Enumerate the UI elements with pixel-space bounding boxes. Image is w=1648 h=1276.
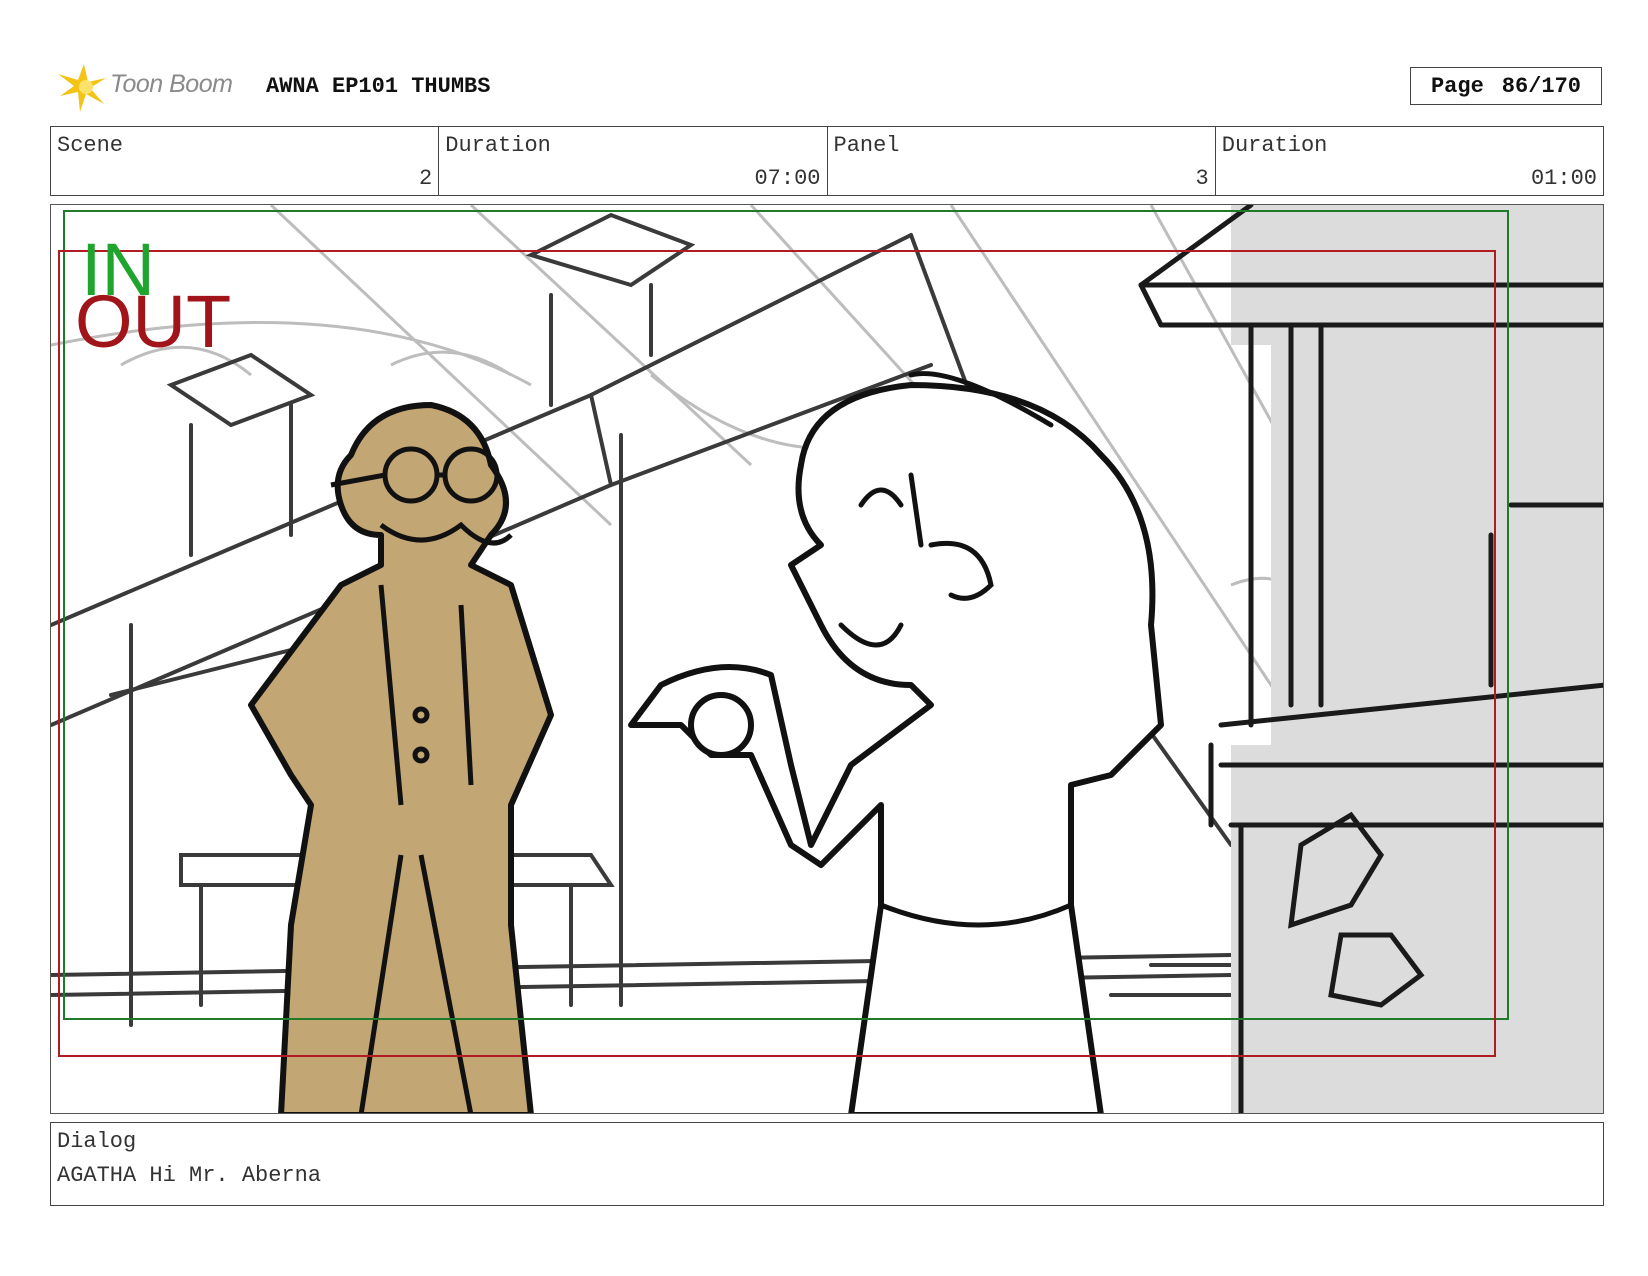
panel-duration-value: 01:00 — [1530, 166, 1597, 191]
page-number: 86/170 — [1501, 73, 1582, 99]
page-label: Page — [1430, 73, 1484, 99]
panel-duration-cell: Duration 01:00 — [1216, 127, 1603, 195]
dialog-box: Dialog AGATHA Hi Mr. Aberna — [50, 1122, 1604, 1206]
panel-value: 3 — [1195, 166, 1209, 191]
frame-out-label: OUT — [75, 280, 232, 363]
panel-info-row: Scene 2 Duration 07:00 Panel 3 Duration … — [50, 126, 1604, 196]
panel-label: Panel — [833, 133, 900, 158]
panel-duration-label: Duration — [1221, 133, 1328, 158]
scene-cell: Scene 2 — [51, 127, 440, 195]
project-title: AWNA EP101 THUMBS — [266, 74, 491, 99]
panel-cell: Panel 3 — [828, 127, 1216, 195]
scene-label: Scene — [57, 133, 124, 158]
dialog-label: Dialog — [57, 1129, 137, 1154]
logo-wordmark: Toon Boom — [110, 70, 233, 98]
toon-boom-logo-icon — [58, 64, 106, 112]
page-indicator: Page 86/170 — [1410, 67, 1602, 105]
scene-duration-cell: Duration 07:00 — [439, 127, 828, 195]
scene-value: 2 — [419, 166, 433, 191]
scene-duration-label: Duration — [445, 133, 551, 158]
storyboard-panel-image: IN OUT — [50, 204, 1604, 1114]
dialog-text: AGATHA Hi Mr. Aberna — [57, 1163, 322, 1188]
storyboard-sketch — [51, 205, 1603, 1113]
scene-duration-value: 07:00 — [754, 166, 821, 191]
